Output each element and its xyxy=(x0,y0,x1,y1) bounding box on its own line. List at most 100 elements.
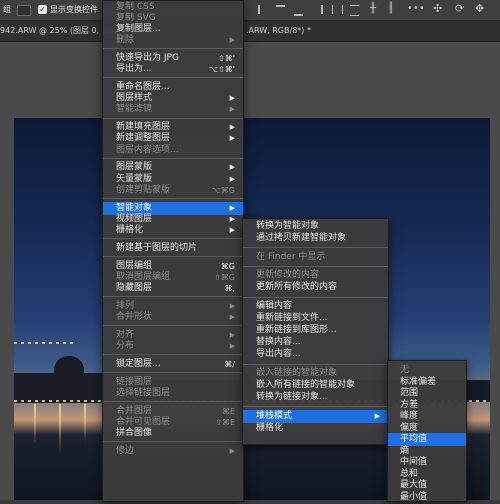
layer-menu-item-label: 隐藏图层 xyxy=(116,282,153,293)
layer-menu-item: 分布 ▶ xyxy=(103,340,243,353)
layer-menu-item[interactable]: 锁定图层... ⌘/ xyxy=(103,358,243,371)
smart-object-menu-item-label: 更新所有修改的内容 xyxy=(256,282,338,293)
menu-separator xyxy=(243,363,388,365)
smart-object-menu-item-label: 重新链接到库图形... xyxy=(256,325,337,336)
smart-object-menu-item-label: 通过拷贝新建智能对象 xyxy=(256,233,347,244)
layer-menu-item: 合并形状 ▶ xyxy=(103,311,243,324)
menu-separator xyxy=(103,295,243,297)
smart-object-menu-item[interactable]: 转换为链接对象... xyxy=(243,391,388,404)
layer-menu: 复制 CSS 复制 SVG 复制图层... 删除 ▶ 快速导出为 JPG ⇧⌘' 导出为...… xyxy=(102,0,244,502)
menu-separator xyxy=(103,117,243,119)
options-partial-label: 组 xyxy=(3,5,11,14)
menu-separator xyxy=(103,400,243,402)
layer-menu-item: 智能滤镜 ▶ xyxy=(103,103,243,116)
3d-pan-icon[interactable]: ✥ xyxy=(475,2,484,15)
layer-menu-item[interactable]: 导出为... ⌥⇧⌘' xyxy=(103,63,243,76)
stack-mode-menu-item[interactable]: 最小值 xyxy=(388,491,466,504)
show-transform-checkbox[interactable]: ✓ xyxy=(38,5,47,14)
distribute-horizontal-icon[interactable] xyxy=(332,5,343,14)
smart-object-menu-item[interactable]: 栅格化 xyxy=(243,422,388,435)
document-tab-bar: 942.ARW @ 25% (图层 0, RGB/8*) .ARW, RGB/8… xyxy=(0,21,500,42)
submenu-arrow-icon: ▶ xyxy=(229,312,235,321)
smart-object-menu-item[interactable]: 编辑内容 xyxy=(243,300,388,313)
3d-roll-icon[interactable]: ⟳ xyxy=(455,2,464,15)
layer-menu-item-label: 选择链接图层 xyxy=(116,387,171,398)
layer-menu-item-label: 删除 xyxy=(116,35,135,46)
smart-object-menu-item-label: 栅格化 xyxy=(256,422,284,433)
smart-object-menu-item-label: 重新链接到文件... xyxy=(256,313,328,324)
distribute-vertical-icon[interactable] xyxy=(350,5,359,16)
layer-menu-item: 选择链接图层 xyxy=(103,387,243,400)
smart-object-menu-item[interactable]: 转换为智能对象 xyxy=(243,220,388,233)
menu-separator xyxy=(243,247,388,249)
shortcut-label: ⌘, xyxy=(224,283,235,293)
smart-object-menu-item[interactable]: 更新所有修改的内容 xyxy=(243,281,388,294)
submenu-arrow-icon: ▶ xyxy=(229,341,235,350)
submenu-arrow-icon: ▶ xyxy=(229,36,235,45)
layer-menu-item[interactable]: 新建基于图层的切片 xyxy=(103,242,243,255)
menu-separator xyxy=(103,77,243,79)
distribute-spacing-icon[interactable]: ║ xyxy=(388,3,394,14)
menu-separator xyxy=(103,255,243,257)
smart-object-menu-item-label: 转换为智能对象 xyxy=(256,221,320,231)
layer-menu-item-label: 创建剪贴蒙版 xyxy=(116,184,171,195)
smart-object-menu-item: 更新修改的内容 xyxy=(243,269,388,282)
smart-object-menu-item[interactable]: 嵌入所有链接的智能对象 xyxy=(243,379,388,392)
shortcut-label: ⌥⇧⌘' xyxy=(208,65,235,75)
align-bottom-icon[interactable] xyxy=(294,5,303,16)
layer-menu-item[interactable]: 隐藏图层 ⌘, xyxy=(103,282,243,295)
smart-object-menu-item[interactable]: 通过拷贝新建智能对象 xyxy=(243,232,388,245)
smart-object-menu-item[interactable]: 替换内容... xyxy=(243,336,388,349)
align-top-icon[interactable] xyxy=(276,5,285,16)
smart-object-menu-item: 在 Finder 中显示 xyxy=(243,251,388,264)
reflection xyxy=(34,404,36,444)
3d-orbit-icon[interactable]: ✣ xyxy=(433,2,442,15)
dome-building xyxy=(54,356,84,376)
layer-menu-item[interactable]: 栅格化 ▶ xyxy=(103,224,243,237)
menu-separator xyxy=(103,157,243,159)
smart-object-menu-item-label: 嵌入链接的智能对象 xyxy=(256,368,338,378)
smart-object-menu-item-label: 在 Finder 中显示 xyxy=(256,251,326,262)
layer-menu-item-label: 新建基于图层的切片 xyxy=(116,242,198,253)
auto-select-dropdown[interactable] xyxy=(17,5,31,16)
show-transform-label: 显示变换控件 xyxy=(50,5,98,14)
align-left-icon[interactable] xyxy=(258,5,269,14)
menu-separator xyxy=(103,371,243,373)
layer-menu-item-label: 分布 xyxy=(116,340,135,351)
reflection xyxy=(59,404,61,454)
submenu-arrow-icon: ▶ xyxy=(374,411,380,420)
menu-separator xyxy=(103,48,243,50)
layer-menu-item-label: 导出为... xyxy=(116,64,152,75)
menu-separator xyxy=(243,406,388,408)
layer-menu-item-label: 拼合图像 xyxy=(116,427,153,438)
menu-separator xyxy=(103,324,243,326)
align-center-icon[interactable]: ╫ xyxy=(370,3,376,14)
reflection xyxy=(84,404,86,442)
smart-object-menu-item: 嵌入链接的智能对象 xyxy=(243,367,388,380)
document-tab-2[interactable]: .ARW, RGB/8*) * xyxy=(246,21,311,41)
stack-mode-menu-item-label: 最小值 xyxy=(400,491,428,502)
menu-separator xyxy=(103,197,243,199)
shortcut-label: ⌘/ xyxy=(224,359,235,369)
menu-separator xyxy=(103,440,243,442)
layer-menu-item[interactable]: 拼合图像 xyxy=(103,427,243,440)
menu-separator xyxy=(243,265,388,267)
layer-menu-item: 创建剪贴蒙版 ⌥⌘G xyxy=(103,184,243,197)
layer-menu-item-label: 图层内容选项... xyxy=(116,144,179,155)
smart-object-menu-item[interactable]: 重新链接到库图形... xyxy=(243,324,388,337)
stack-mode-submenu: 无标准偏差 范围 方差 峰度 偏度 平均值熵中间值 总和 最大值 最小值 xyxy=(387,360,467,502)
smart-object-menu-item[interactable]: 堆栈模式 ▶ xyxy=(243,409,388,423)
layer-menu-item-label: 合并形状 xyxy=(116,311,153,322)
smart-object-submenu: 转换为智能对象通过拷贝新建智能对象在 Finder 中显示更新修改的内容 更新所有… xyxy=(242,218,389,445)
menu-separator xyxy=(243,296,388,298)
layer-menu-item-label: 栅格化 xyxy=(116,224,144,235)
smart-object-menu-item[interactable]: 导出内容... xyxy=(243,348,388,361)
submenu-arrow-icon: ▶ xyxy=(229,105,235,114)
smart-object-menu-item[interactable]: 重新链接到文件... xyxy=(243,312,388,325)
menu-separator xyxy=(103,353,243,355)
more-align-icon[interactable]: ••• xyxy=(407,3,425,14)
city-lights xyxy=(14,342,74,344)
align-right-icon[interactable] xyxy=(312,5,323,14)
layer-menu-item-label: 智能滤镜 xyxy=(116,104,153,115)
smart-object-menu-item-label: 转换为链接对象... xyxy=(256,392,328,403)
